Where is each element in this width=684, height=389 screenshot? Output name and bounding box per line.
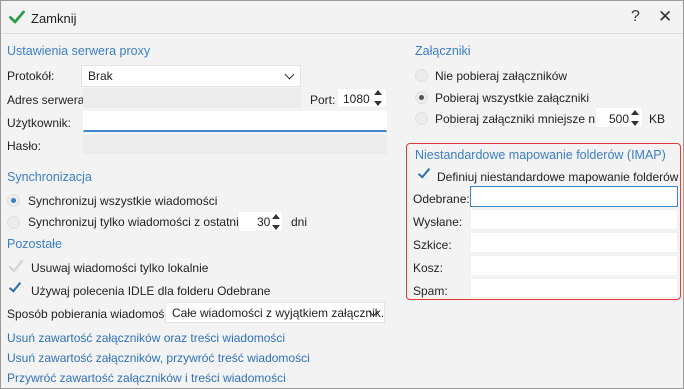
spin-down-icon [272,225,280,230]
port-label: Port: [310,93,336,107]
define-mapping-checkbox[interactable] [417,165,431,181]
checkbox-unchecked-icon [8,259,24,273]
help-button[interactable]: ? [631,8,640,26]
define-mapping-label: Definiuj niestandardowe mapowanie folder… [437,170,679,184]
protocol-select-value: Brak [88,69,113,83]
imap-section-heading: Niestandardowe mapowanie folderów (IMAP) [415,148,666,162]
sent-folder-label: Wysłane: [413,215,463,229]
download-mode-value: Całe wiadomości z wyjątkiem załącznik... [172,306,385,320]
attach-size-unit: KB [649,112,666,126]
attach-none-label: Nie pobieraj załączników [435,69,568,83]
checkmark-icon [9,10,25,24]
spin-up-icon [631,110,639,115]
attach-smaller-radio[interactable] [415,112,428,125]
user-input[interactable] [83,111,387,132]
delete-local-checkbox[interactable] [8,259,24,273]
sync-recent-radio[interactable] [7,216,20,229]
download-mode-select[interactable]: Całe wiadomości z wyjątkiem załącznik... [165,302,385,323]
spin-down-icon [374,101,382,106]
download-mode-label: Sposób pobierania wiadomości: [7,307,177,321]
checkbox-checked-icon [8,279,22,293]
checkbox-checked-icon [417,165,431,179]
server-address-input[interactable] [83,88,301,108]
restore-attachments-and-body-link[interactable]: Przywróć zawartość załączników i treści … [7,371,286,385]
spin-up-icon [272,214,280,219]
trash-folder-input[interactable] [470,255,678,276]
spam-folder-label: Spam: [413,284,448,298]
user-label: Użytkownik: [7,116,72,130]
chevron-down-icon [284,69,295,80]
sync-all-radio[interactable] [7,194,20,207]
sync-days-spinner[interactable] [272,213,281,231]
attach-none-radio[interactable] [415,69,428,82]
use-idle-checkbox[interactable] [8,279,22,295]
close-confirm-label: Zamknij [31,11,77,26]
drafts-folder-label: Szkice: [413,238,452,252]
attach-all-radio[interactable] [415,91,428,104]
attach-size-value: 500 [609,112,630,126]
sync-days-value: 30 [257,215,271,229]
settings-dialog: Zamknij ? ✕ Ustawienia serwera proxy Pro… [0,0,684,389]
attach-all-label: Pobieraj wszystkie załączniki [435,91,590,105]
remove-attachments-restore-body-link[interactable]: Usuń zawartość załączników, przywróć tre… [7,351,310,365]
sync-all-label: Synchronizuj wszystkie wiadomości [28,194,218,208]
spin-up-icon [374,90,382,95]
attach-size-spinner[interactable] [631,109,640,127]
inbox-folder-input[interactable] [470,186,678,207]
sync-section-heading: Synchronizacja [7,170,92,184]
trash-folder-label: Kosz: [413,261,444,275]
close-window-button[interactable]: ✕ [658,7,672,27]
port-spinner[interactable] [374,89,383,107]
attach-smaller-label: Pobieraj załączniki mniejsze niż: [435,112,608,126]
password-label: Hasło: [7,139,42,153]
sent-folder-input[interactable] [470,209,678,230]
attachments-section-heading: Załączniki [415,44,471,58]
use-idle-label: Używaj polecenia IDLE dla folderu Odebra… [31,284,271,298]
protocol-label: Protokół: [7,69,55,83]
server-address-label: Adres serwera: [7,93,88,107]
close-confirm-button[interactable]: Zamknij [7,7,87,29]
password-input[interactable] [83,135,387,154]
delete-local-label: Usuwaj wiadomości tylko lokalnie [31,261,209,275]
title-bar: Zamknij ? ✕ [1,1,683,34]
protocol-select[interactable]: Brak [81,65,301,87]
port-value: 1080 [343,92,370,106]
remove-attachments-and-body-link[interactable]: Usuń zawartość załączników oraz treści w… [7,331,285,345]
spin-down-icon [631,121,639,126]
proxy-section-heading: Ustawienia serwera proxy [7,44,151,58]
spam-folder-input[interactable] [470,278,678,298]
inbox-folder-label: Odebrane: [413,192,470,206]
drafts-folder-input[interactable] [470,232,678,253]
sync-days-unit: dni [291,215,308,229]
other-section-heading: Pozostałe [7,237,62,251]
sync-recent-label: Synchronizuj tylko wiadomości z ostatnic… [28,215,252,229]
